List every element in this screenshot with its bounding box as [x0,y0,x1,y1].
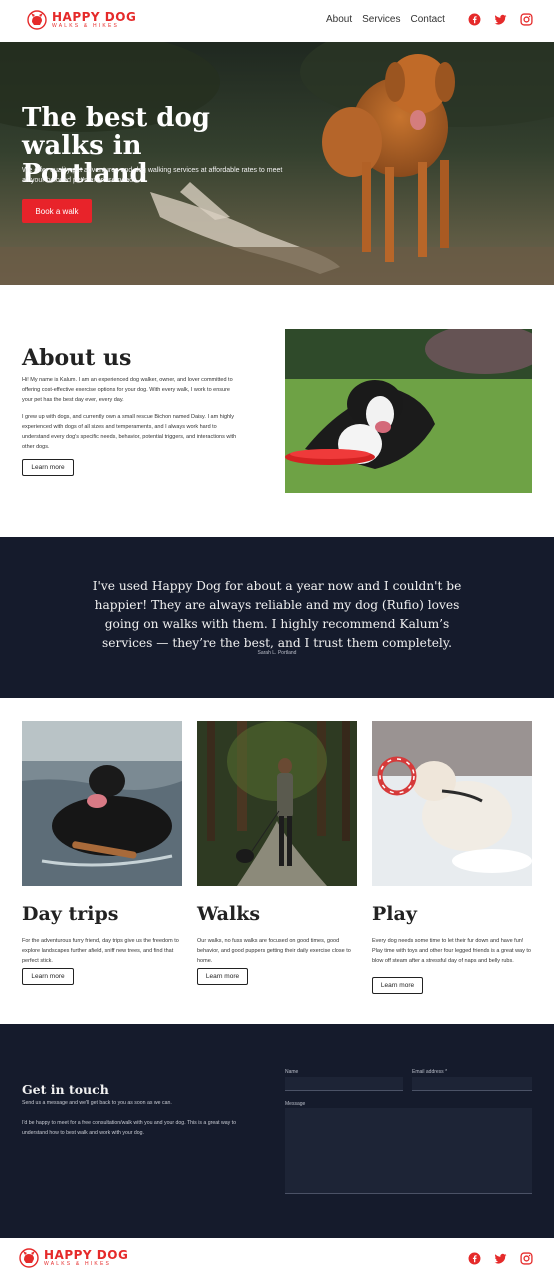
day-trips-text: For the adventurous furry friend, day tr… [22,938,179,964]
book-walk-button[interactable]: Book a walk [22,199,92,223]
facebook-icon[interactable] [468,13,481,26]
walks-text: Our walks, no fuss walks are focused on … [197,938,351,964]
header-socials [468,13,533,26]
dog-logo-icon [27,10,47,30]
play-text: Every dog needs some time to let their f… [372,938,531,964]
contact-section: Get in touch Send us a message and we'll… [0,1024,554,1238]
site-header: HAPPY DOG WALKS & HIKES About Services C… [0,0,554,42]
twitter-icon[interactable] [494,13,507,26]
play-learn-more-button[interactable]: Learn more [372,977,423,994]
email-label: Email address * [412,1069,448,1075]
instagram-icon[interactable] [520,13,533,26]
about-paragraph-1: Hi! My name is Kalum. I am an experience… [22,377,233,403]
play-title: Play [372,903,417,925]
hero-subtitle: We offer quality pet adventures and dog … [22,167,283,184]
email-field[interactable] [412,1077,532,1091]
instagram-icon[interactable] [520,1252,533,1265]
footer-socials [468,1252,533,1265]
contact-title: Get in touch [22,1082,109,1097]
day-trips-photo [22,721,182,886]
hero-section: The best dog walks in Portland We offer … [0,42,554,285]
walks-title: Walks [197,903,261,925]
testimonial-section: I've used Happy Dog for about a year now… [0,537,554,698]
walks-photo [197,721,357,886]
message-label: Message [285,1101,306,1107]
about-title: About us [22,345,132,371]
main-nav: About Services Contact [326,14,445,25]
brand-tagline: WALKS & HIKES [52,23,120,29]
contact-paragraph: I'd be happy to meet for a free consulta… [22,1120,236,1136]
about-dog-photo [285,329,532,493]
name-label: Name [285,1069,299,1075]
footer-brand-tagline: WALKS & HIKES [44,1261,112,1267]
nav-services-link[interactable]: Services [362,14,400,25]
dog-logo-icon [19,1248,39,1268]
walks-learn-more-button[interactable]: Learn more [197,968,248,985]
name-field[interactable] [285,1077,403,1091]
brand-logo[interactable]: HAPPY DOG WALKS & HIKES [26,10,136,30]
testimonial-author: Sarah L. Portland [257,650,297,656]
footer-brand-logo[interactable]: HAPPY DOG WALKS & HIKES [18,1248,128,1268]
about-paragraph-2: I grew up with dogs, and currently own a… [22,414,237,450]
twitter-icon[interactable] [494,1252,507,1265]
site-footer: HAPPY DOG WALKS & HIKES [0,1238,554,1280]
message-field[interactable] [285,1108,532,1194]
contact-subtitle: Send us a message and we'll get back to … [22,1100,172,1106]
nav-contact-link[interactable]: Contact [411,14,445,25]
footer-brand-name: HAPPY DOG [44,1248,129,1262]
testimonial-quote: I've used Happy Dog for about a year now… [92,579,462,650]
day-trips-title: Day trips [22,903,119,925]
facebook-icon[interactable] [468,1252,481,1265]
play-photo [372,721,532,886]
day-trips-learn-more-button[interactable]: Learn more [22,968,74,985]
hero-title-line1: The best dog [22,103,210,133]
about-learn-more-button[interactable]: Learn more [22,459,74,476]
brand-name: HAPPY DOG [52,10,137,24]
nav-about-link[interactable]: About [326,14,352,25]
